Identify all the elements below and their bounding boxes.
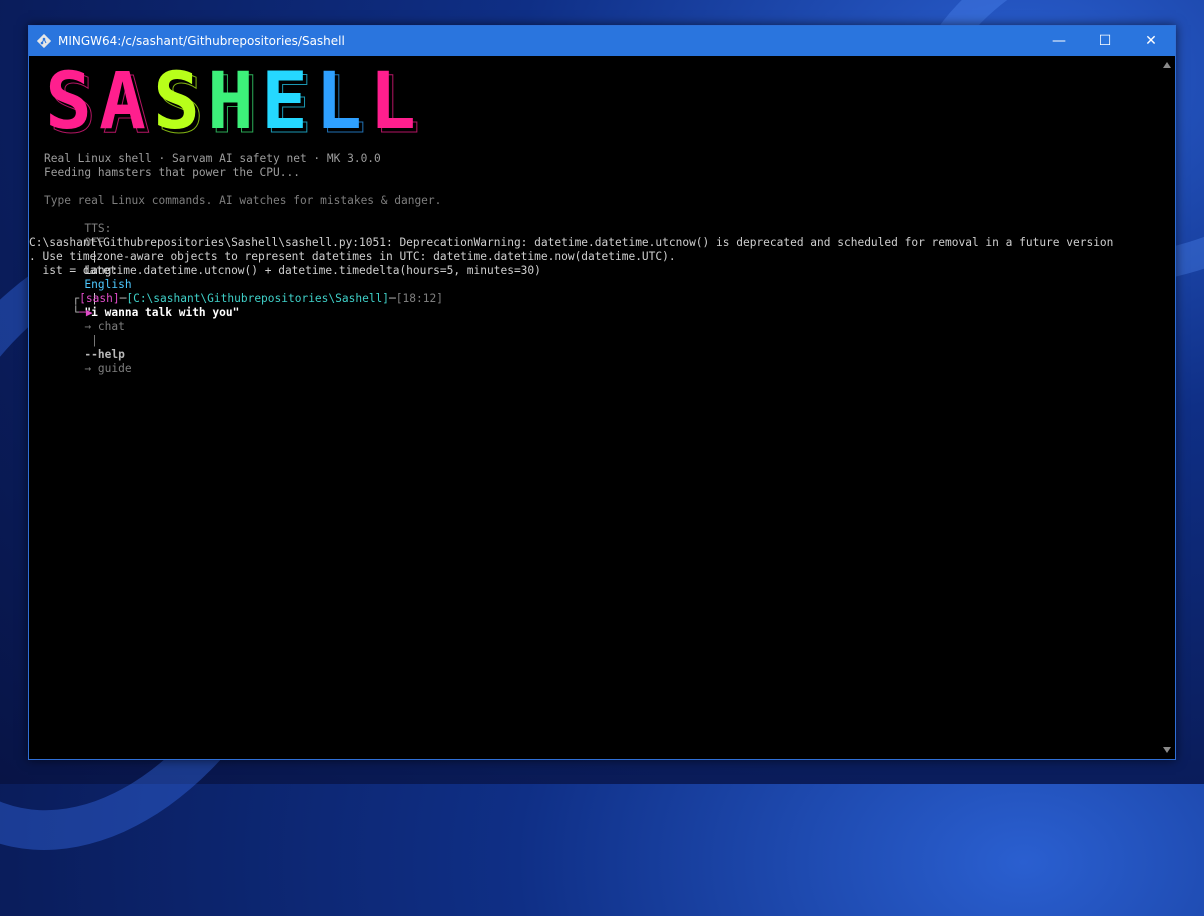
terminal-content[interactable]: SSAASSHHEELLLL Real Linux shell · Sarvam… [29, 56, 1159, 759]
banner-letter: S [45, 58, 90, 140]
warning-line: C:\sashant\Githubrepositories\Sashell\sa… [29, 236, 1114, 249]
maximize-button[interactable]: ☐ [1082, 26, 1128, 56]
banner-letter: H [207, 58, 252, 140]
close-icon: ✕ [1145, 33, 1157, 49]
warning-line: . Use timezone-aware objects to represen… [29, 250, 676, 263]
scroll-down-icon[interactable] [1163, 747, 1171, 753]
terminal-window[interactable]: MINGW64:/c/sashant/Githubrepositories/Sa… [28, 25, 1176, 760]
intro-line: Real Linux shell · Sarvam AI safety net … [44, 152, 381, 165]
banner-letter: S [153, 58, 198, 140]
banner-letter: L [315, 58, 360, 140]
minimize-button[interactable]: — [1036, 26, 1082, 56]
prompt-time: [18:12] [395, 292, 443, 305]
separator: | [91, 334, 98, 347]
window-title: MINGW64:/c/sashant/Githubrepositories/Sa… [58, 34, 345, 48]
tts-label: TTS: [84, 222, 112, 235]
intro-line: Type real Linux commands. AI watches for… [44, 194, 442, 207]
banner-letter: E [261, 58, 306, 140]
warning-line: ist = datetime.datetime.utcnow() + datet… [29, 264, 541, 277]
scroll-up-icon[interactable] [1163, 62, 1171, 68]
close-button[interactable]: ✕ [1128, 26, 1174, 56]
prompt-line: ┌[sash]─[C:\sashant\Githubrepositories\S… [32, 278, 443, 320]
help-flag: --help [84, 348, 125, 361]
git-bash-icon [37, 34, 51, 48]
prompt-path: [C:\sashant\Githubrepositories\Sashell] [126, 292, 390, 305]
banner-letter: A [99, 58, 145, 140]
intro-line: Feeding hamsters that power the CPU... [44, 166, 300, 179]
maximize-icon: ☐ [1098, 33, 1112, 49]
sashell-ascii-banner: SS AA SS HH EE LL LL [45, 58, 420, 140]
prompt-arrow-icon: ─▶ [79, 306, 93, 319]
help-hint: → guide [84, 362, 132, 375]
vertical-scrollbar[interactable] [1159, 56, 1175, 759]
title-bar[interactable]: MINGW64:/c/sashant/Githubrepositories/Sa… [29, 26, 1175, 56]
prompt-input-line[interactable]: └─▶ [32, 292, 93, 334]
prompt-dash: ─ [389, 292, 396, 305]
banner-letter: L [369, 58, 414, 140]
minimize-icon: — [1052, 33, 1066, 49]
